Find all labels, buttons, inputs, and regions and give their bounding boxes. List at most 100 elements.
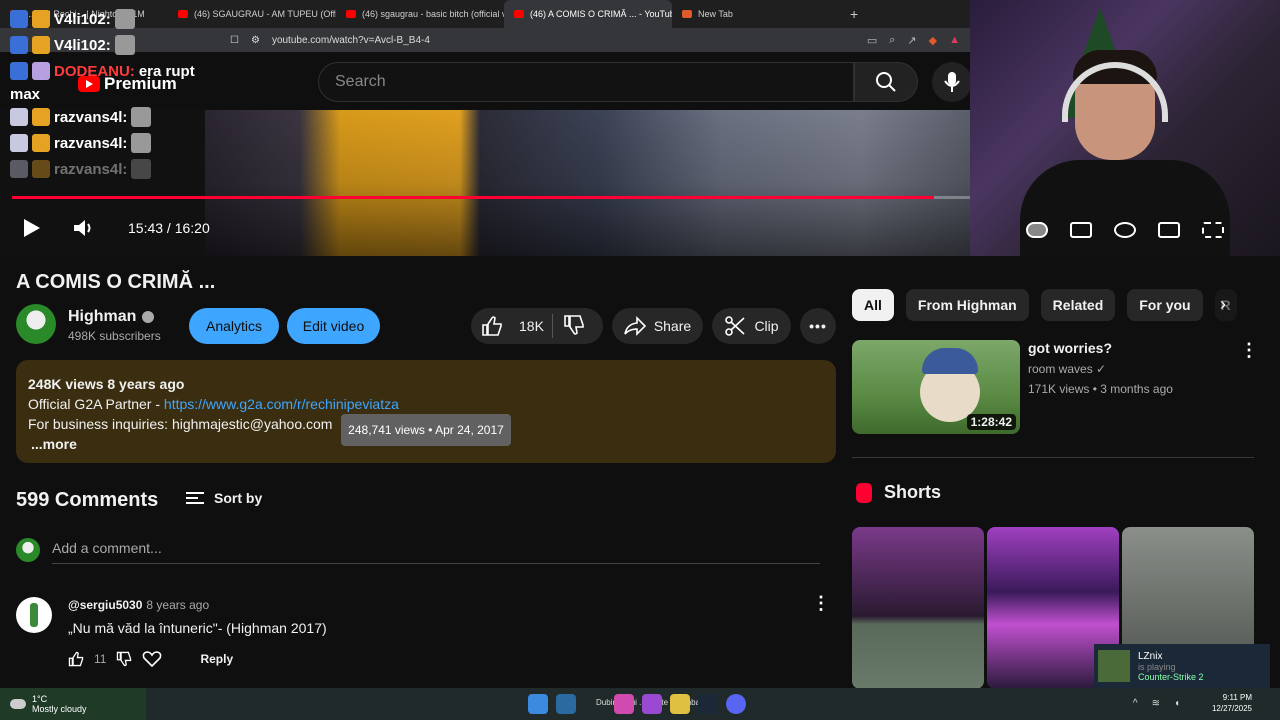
autoplay-toggle-icon[interactable] (1026, 222, 1048, 238)
chevron-up-icon[interactable]: ^ (1133, 698, 1138, 709)
taskbar-clock[interactable]: 9:11 PM 12/27/2025 (1212, 692, 1252, 714)
chat-message: DODEANU: era rupt (10, 58, 270, 84)
subscriber-count: 498K subscribers (68, 329, 161, 343)
fullscreen-icon[interactable] (1202, 222, 1224, 238)
zoom-icon[interactable]: ⌕ (889, 34, 895, 47)
verified-check-icon (142, 310, 155, 323)
chip-for-you[interactable]: For you (1127, 289, 1203, 321)
comment-actions: 11 Reply (68, 650, 233, 668)
description-line: Official G2A Partner - https://www.g2a.c… (28, 396, 399, 412)
analytics-button[interactable]: Analytics (189, 308, 279, 344)
progress-bar[interactable] (12, 196, 970, 199)
chat-message: V4li102: (10, 32, 270, 58)
friend-game: Counter-Strike 2 (1138, 671, 1204, 682)
recommended-title[interactable]: got worries? (1028, 340, 1112, 356)
moderator-badge-icon (10, 36, 28, 54)
sort-icon (186, 492, 204, 504)
youtube-favicon-icon (346, 10, 356, 18)
folder-icon[interactable] (670, 694, 690, 714)
search-button[interactable] (854, 62, 918, 102)
my-avatar (16, 538, 40, 562)
comment-menu-icon[interactable]: ⋮ (812, 593, 830, 614)
thumbs-down-icon[interactable] (563, 314, 585, 336)
new-tab-button[interactable]: + (840, 6, 868, 22)
browser-tab[interactable]: New Tab (672, 0, 840, 28)
description-stats: 248K views 8 years ago (28, 376, 185, 392)
brave-rewards-icon[interactable]: ▲ (949, 34, 960, 47)
brave-favicon-icon (682, 10, 692, 18)
share-page-icon[interactable]: ↗ (907, 34, 916, 47)
more-horizontal-icon: ••• (809, 318, 827, 334)
chat-message: razvans4l: (10, 130, 270, 156)
chat-message: razvans4l: (10, 104, 270, 130)
edit-video-button[interactable]: Edit video (287, 308, 380, 344)
brave-shield-icon[interactable]: ◆ (929, 34, 937, 47)
sub-badge-icon (32, 10, 50, 28)
description-box[interactable]: 248K views 8 years ago Official G2A Part… (16, 360, 836, 463)
start-icon[interactable] (528, 694, 548, 714)
chip-related[interactable]: Related (1040, 289, 1116, 321)
shorts-icon (856, 483, 872, 503)
partner-link[interactable]: https://www.g2a.com/r/rechinipeviatza (164, 396, 399, 412)
app-icon[interactable] (614, 694, 634, 714)
comment-time[interactable]: 8 years ago (146, 598, 209, 612)
chat-message: V4li102: (10, 6, 270, 32)
task-view-icon[interactable] (556, 694, 576, 714)
play-icon (24, 219, 40, 237)
play-button[interactable] (22, 214, 42, 242)
channel-name[interactable]: Highman (68, 308, 155, 326)
recommended-channel[interactable]: room waves ✓ (1028, 362, 1106, 376)
friend-name: LZnix (1138, 650, 1163, 662)
friend-avatar (1098, 650, 1130, 682)
browser-tab[interactable]: (46) sgaugrau - basic bitch (official v.… (336, 0, 504, 28)
browser-tab-active[interactable]: (46) A COMIS O CRIMĂ ... - YouTube× (504, 0, 672, 28)
thumbs-up-icon[interactable] (481, 315, 503, 337)
comment-author[interactable]: @sergiu5030 8 years ago (68, 598, 209, 612)
emote-icon (114, 9, 135, 29)
emote-icon (114, 35, 135, 55)
subtitles-icon[interactable] (1070, 222, 1092, 238)
filter-chips: All From Highman Related For you R (852, 289, 1237, 321)
duration-badge: 1:28:42 (966, 414, 1016, 430)
app-icon[interactable] (642, 694, 662, 714)
chip-from-channel[interactable]: From Highman (905, 289, 1029, 321)
recommended-menu-icon[interactable]: ⋮ (1240, 340, 1258, 361)
steam-icon[interactable] (698, 694, 718, 714)
youtube-favicon-icon (514, 10, 524, 18)
share-icon (624, 316, 646, 336)
search-icon (876, 72, 896, 92)
cast-icon[interactable]: ▭ (867, 34, 877, 47)
chevron-right-icon[interactable]: › (1220, 294, 1226, 315)
sort-by-button[interactable]: Sort by (186, 490, 262, 506)
channel-avatar[interactable] (16, 304, 56, 344)
scissors-icon (725, 316, 745, 336)
share-button[interactable]: Share (612, 308, 703, 344)
url-text[interactable]: youtube.com/watch?v=Avcl-B_B4-4 (272, 35, 430, 46)
heart-icon[interactable] (142, 650, 162, 668)
system-tray: ^ ≋ ◖ (1133, 698, 1180, 709)
friend-status: is playing (1138, 661, 1176, 672)
weather-widget[interactable]: 1°C Mostly cloudy (0, 688, 146, 720)
search-input[interactable]: Search (318, 62, 854, 102)
settings-gear-icon[interactable] (1114, 222, 1136, 238)
recommended-thumbnail[interactable]: 1:28:42 (852, 340, 1020, 434)
add-comment-input[interactable]: Add a comment... (52, 540, 820, 564)
more-actions-button[interactable]: ••• (800, 308, 836, 344)
wifi-icon[interactable]: ≋ (1152, 698, 1160, 709)
thumbs-up-icon[interactable] (68, 651, 84, 667)
discord-icon[interactable] (726, 694, 746, 714)
speaker-icon[interactable]: ◖ (1174, 698, 1180, 709)
sub-badge-icon (32, 108, 50, 126)
prime-badge-icon (10, 134, 28, 152)
reply-button[interactable]: Reply (200, 652, 233, 666)
clip-button[interactable]: Clip (712, 308, 791, 344)
comment-author-avatar[interactable] (16, 597, 52, 633)
steam-notification[interactable]: LZnix is playing Counter-Strike 2 (1094, 644, 1270, 688)
chip-all[interactable]: All (852, 289, 894, 321)
volume-button[interactable] (72, 214, 94, 242)
short-thumbnail[interactable] (852, 527, 984, 689)
miniplayer-icon[interactable] (1158, 222, 1180, 238)
thumbs-down-icon[interactable] (116, 651, 132, 667)
voice-search-button[interactable] (932, 62, 972, 102)
like-count[interactable]: 18K (519, 318, 544, 334)
